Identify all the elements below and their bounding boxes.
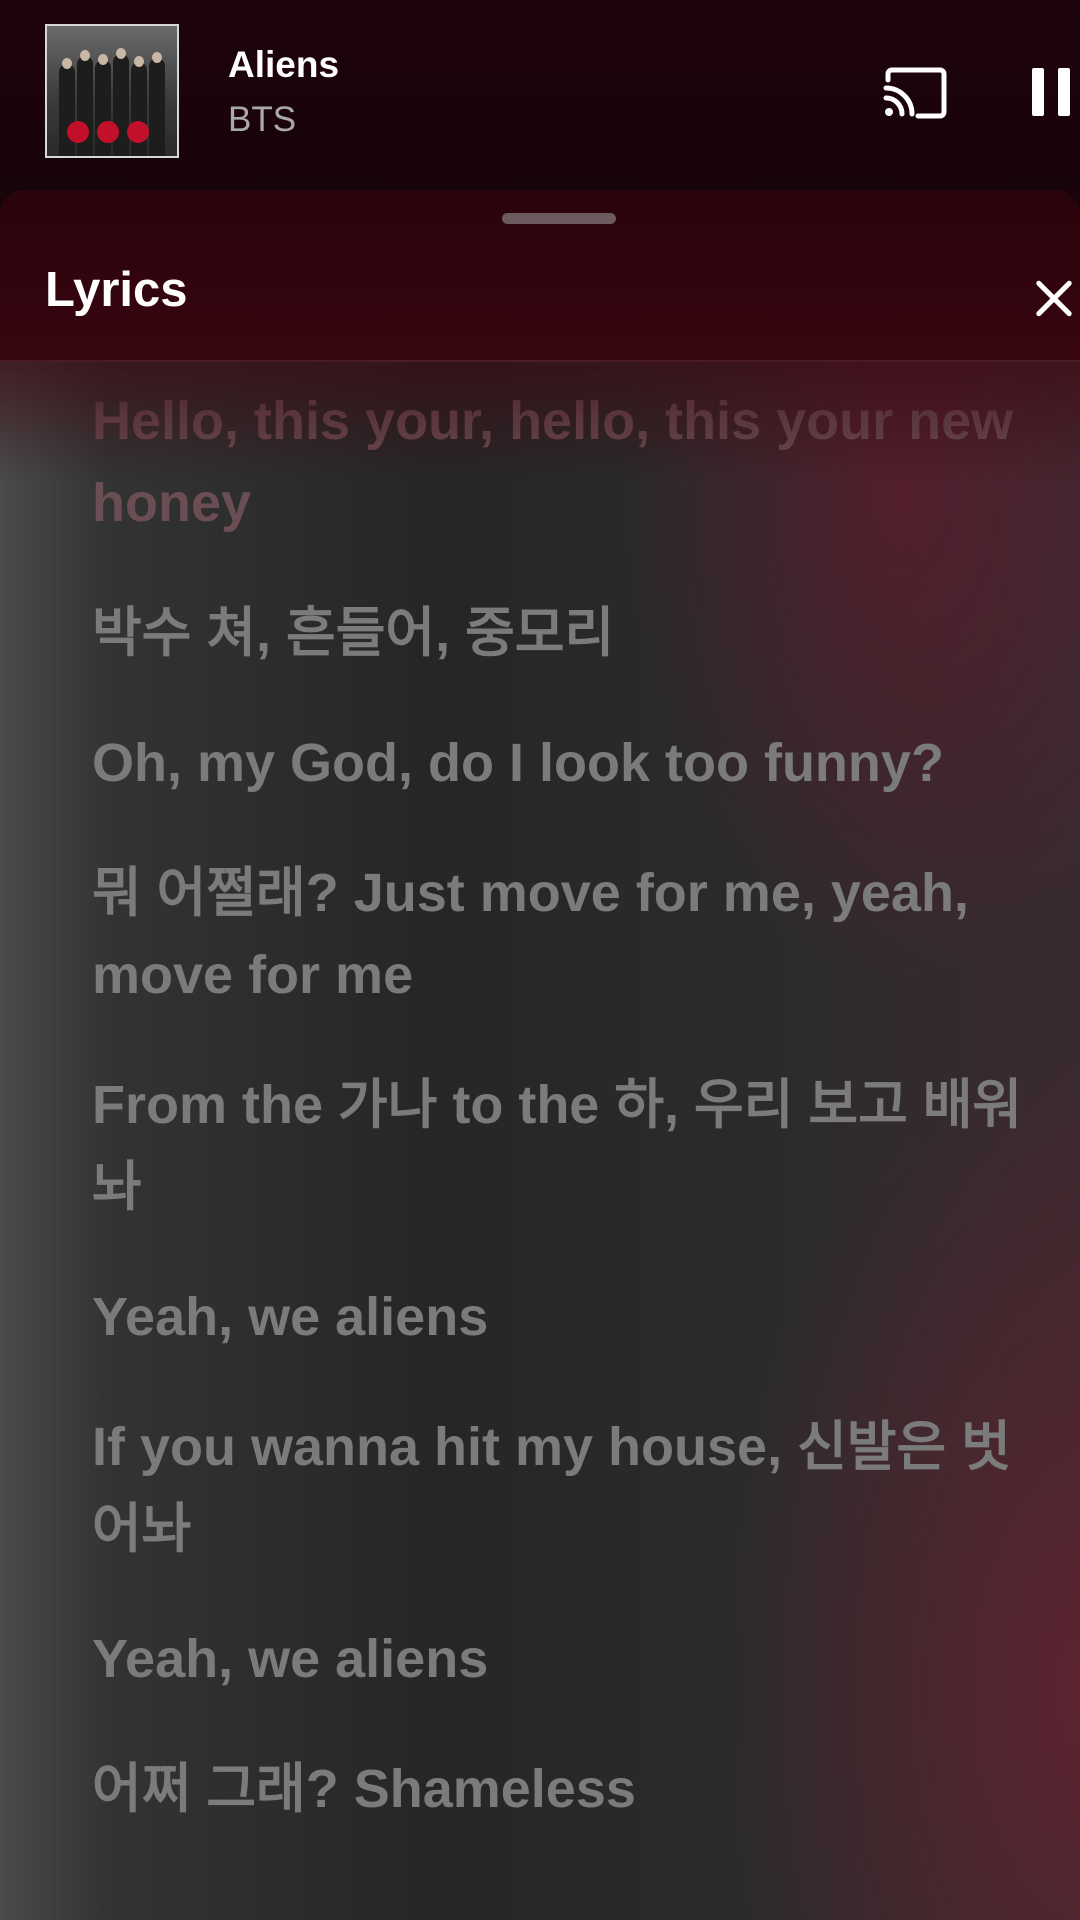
album-art-emblem xyxy=(67,121,89,143)
lyrics-sheet-header: Lyrics xyxy=(0,190,1080,362)
pause-bar xyxy=(1058,68,1070,116)
pause-icon[interactable] xyxy=(1030,66,1080,120)
album-art-face xyxy=(98,54,108,65)
album-art-face xyxy=(134,56,144,67)
drag-handle[interactable] xyxy=(502,213,616,224)
lyrics-title: Lyrics xyxy=(45,263,188,317)
lyrics-list[interactable]: Hello, this your, hello, this your new h… xyxy=(92,380,1032,1878)
album-art-figure xyxy=(113,54,129,156)
track-artist[interactable]: BTS xyxy=(228,100,296,140)
album-art-figure xyxy=(59,64,75,156)
lyric-line: 어쩌 그래? Shameless xyxy=(92,1759,636,1819)
album-art[interactable] xyxy=(45,24,179,158)
lyric-line: If you wanna hit my house, 신발은 벗어놔 xyxy=(92,1417,1011,1559)
album-art-face xyxy=(80,50,90,61)
track-title[interactable]: Aliens xyxy=(228,44,339,86)
lyric-line: Yeah, we aliens xyxy=(92,1629,489,1689)
album-art-emblem xyxy=(97,121,119,143)
cast-icon-graphic xyxy=(883,67,947,119)
close-icon[interactable] xyxy=(1028,272,1080,324)
lyric-line: 박수 쳐, 흔들어, 중모리 xyxy=(92,603,615,663)
lyric-line: Yeah, we aliens xyxy=(92,1287,489,1347)
mini-player[interactable]: Aliens BTS xyxy=(0,0,1080,190)
album-art-face xyxy=(116,48,126,59)
album-art-face xyxy=(152,52,162,63)
album-art-emblem xyxy=(127,121,149,143)
lyric-line: 뭐 어쩔래? Just move for me, yeah, move for … xyxy=(92,863,969,1005)
album-art-figure xyxy=(149,58,165,156)
cast-icon[interactable] xyxy=(882,66,948,120)
lyrics-sheet[interactable]: Lyrics Hello, this your, hello, this you… xyxy=(0,190,1080,1920)
lyric-line: Oh, my God, do I look too funny? xyxy=(92,733,944,793)
pause-bar xyxy=(1032,68,1044,116)
album-art-face xyxy=(62,58,72,69)
lyric-line: Hello, this your, hello, this your new h… xyxy=(92,391,1014,533)
screen: Aliens BTS Lyrics Hello, this your, hell… xyxy=(0,0,1080,1920)
lyric-line: From the 가나 to the 하, 우리 보고 배워놔 xyxy=(92,1075,1023,1217)
